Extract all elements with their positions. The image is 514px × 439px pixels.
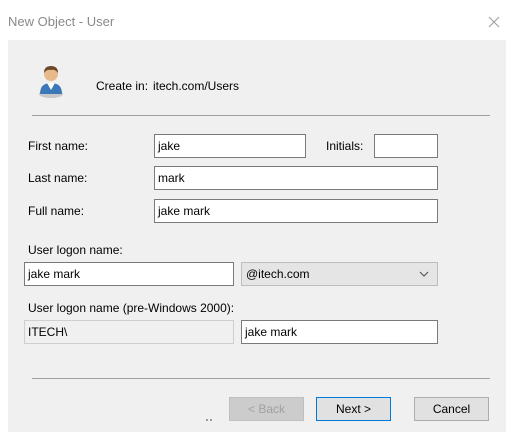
pre2000-label: User logon name (pre-Windows 2000): <box>28 301 235 315</box>
divider <box>32 115 490 116</box>
full-name-field[interactable]: jake mark <box>154 199 438 223</box>
initials-label: Initials: <box>326 139 364 153</box>
first-name-field[interactable]: jake <box>154 134 306 158</box>
first-name-label: First name: <box>28 139 89 153</box>
resize-grip <box>206 419 214 422</box>
window-title: New Object - User <box>8 14 115 29</box>
close-button[interactable] <box>482 10 506 34</box>
divider <box>32 378 490 379</box>
initials-field[interactable] <box>374 134 438 158</box>
domain-select-value: @itech.com <box>246 267 310 281</box>
domain-select[interactable]: @itech.com <box>241 262 438 286</box>
title-bar: New Object - User <box>0 0 514 40</box>
dialog-body: Create in: itech.com/Users First name: j… <box>8 40 506 432</box>
full-name-label: Full name: <box>28 204 85 218</box>
pre2000-domain-field: ITECH\ <box>24 320 234 344</box>
create-in-path: itech.com/Users <box>153 79 240 93</box>
chevron-down-icon <box>419 271 429 277</box>
last-name-field[interactable]: mark <box>154 166 438 190</box>
next-button[interactable]: Next > <box>316 397 391 421</box>
back-button[interactable]: < Back <box>229 397 304 421</box>
last-name-label: Last name: <box>28 171 88 185</box>
pre2000-logon-field[interactable]: jake mark <box>241 320 438 344</box>
logon-name-field[interactable]: jake mark <box>24 262 234 286</box>
close-icon <box>488 16 500 28</box>
user-icon <box>39 66 63 98</box>
logon-name-label: User logon name: <box>28 243 123 257</box>
cancel-button[interactable]: Cancel <box>414 397 489 421</box>
create-in-label: Create in: <box>96 79 149 93</box>
